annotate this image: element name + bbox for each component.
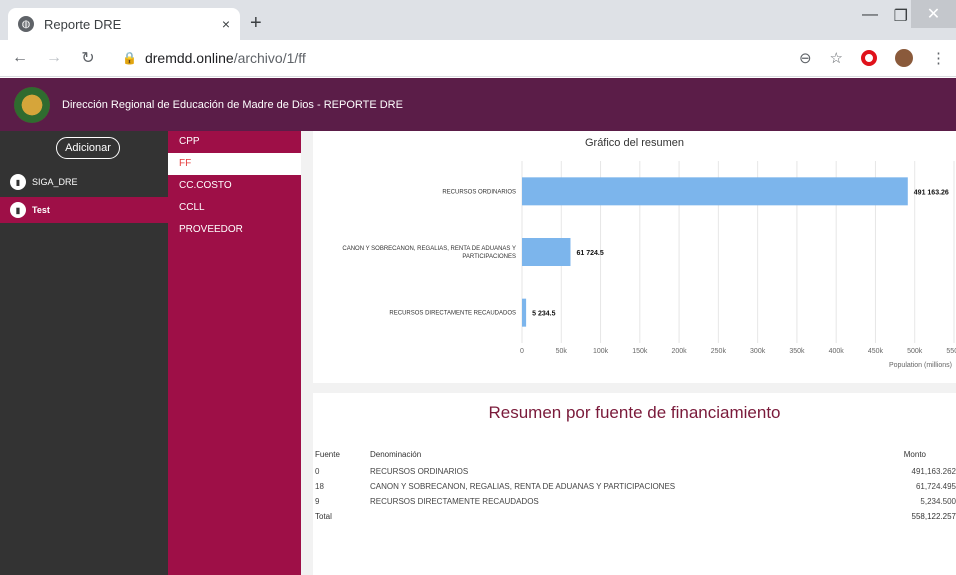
institution-logo	[14, 86, 50, 123]
maximize-icon[interactable]: ❐	[894, 6, 908, 26]
tab-title: Reporte DRE	[44, 16, 122, 32]
globe-icon: ◍	[18, 16, 34, 32]
bar	[522, 298, 527, 327]
header-monto: Monto	[903, 450, 926, 459]
subnav-item-cpp[interactable]: CPP	[168, 131, 301, 153]
bar	[522, 238, 571, 266]
x-tick-label: 250k	[711, 348, 727, 355]
category-label: RECURSOS ORDINARIOS	[442, 189, 516, 195]
app-header: Dirección Regional de Educación de Madre…	[0, 78, 956, 131]
browser-tabstrip: ◍ Reporte DRE × + — ❐ ✕	[0, 0, 956, 40]
header-denominacion: Denominación	[370, 450, 422, 459]
header-fuente: Fuente	[315, 450, 340, 459]
x-tick-label: 350k	[789, 348, 805, 355]
profile-avatar[interactable]	[895, 49, 913, 67]
x-tick-label: 100k	[593, 348, 609, 355]
table-total-row: Total 558,122.257	[315, 509, 956, 524]
cell-monto: 491,163.262	[911, 467, 956, 476]
cell-denominacion: CANON Y SOBRECANON, REGALIAS, RENTA DE A…	[370, 482, 676, 491]
total-label: Total	[315, 512, 332, 521]
x-tick-label: 450k	[868, 348, 884, 355]
summary-table: Fuente Denominación Monto 0 RECURSOS ORD…	[315, 447, 956, 524]
sidebar-item-label: SIGA_DRE	[32, 177, 78, 187]
close-icon: ✕	[911, 0, 956, 28]
cell-denominacion: RECURSOS ORDINARIOS	[370, 467, 469, 476]
url-host: dremdd.online	[144, 50, 234, 66]
x-tick-label: 50k	[556, 348, 568, 355]
forward-icon[interactable]: →	[40, 49, 68, 67]
table-row: 18 CANON Y SOBRECANON, REGALIAS, RENTA D…	[315, 479, 956, 494]
x-tick-label: 550k	[946, 348, 956, 355]
reload-icon[interactable]: ↻	[74, 48, 102, 68]
x-tick-label: 500k	[907, 348, 923, 355]
cell-monto: 61,724.495	[915, 482, 956, 491]
subnav-item-ff[interactable]: FF	[168, 153, 301, 175]
opera-extension-icon[interactable]	[861, 50, 877, 66]
add-button[interactable]: Adicionar	[56, 137, 120, 159]
subnav-item-cc-costo[interactable]: CC.COSTO	[168, 175, 301, 197]
back-icon[interactable]: ←	[6, 49, 34, 67]
sidebar: Adicionar ▮ SIGA_DRE ▮ Test	[0, 131, 168, 575]
cell-fuente: 0	[315, 467, 320, 476]
cell-fuente: 18	[315, 482, 324, 491]
cell-denominacion: RECURSOS DIRECTAMENTE RECAUDADOS	[370, 497, 539, 506]
app-title: Dirección Regional de Educación de Madre…	[62, 98, 403, 111]
summary-card: Resumen por fuente de financiamiento Fue…	[313, 393, 956, 575]
x-tick-label: 200k	[671, 348, 687, 355]
category-label: RECURSOS DIRECTAMENTE RECAUDADOS	[389, 311, 516, 317]
address-bar[interactable]: dremdd.online/archivo/1/ff	[145, 50, 306, 66]
sidebar-item-label: Test	[32, 205, 50, 215]
subnav-item-proveedor[interactable]: PROVEEDOR	[168, 219, 301, 241]
sidebar-item-siga-dre[interactable]: ▮ SIGA_DRE	[0, 169, 168, 195]
table-row: 0 RECURSOS ORDINARIOS 491,163.262	[315, 464, 956, 479]
x-tick-label: 0	[520, 348, 524, 355]
bar-chart-icon: ▮	[10, 174, 26, 190]
menu-icon[interactable]: ⋮	[931, 49, 946, 67]
data-label: 491 163.26	[914, 189, 949, 196]
browser-tab[interactable]: ◍ Reporte DRE ×	[8, 8, 240, 40]
subnav-item-ccll[interactable]: CCLL	[168, 197, 301, 219]
new-tab-button[interactable]: +	[250, 12, 262, 35]
data-label: 61 724.5	[576, 250, 603, 257]
x-tick-label: 300k	[750, 348, 766, 355]
zoom-icon[interactable]: ⊖	[799, 49, 812, 67]
toolbar-actions: ⊖ ☆ ⋮	[799, 49, 946, 67]
browser-toolbar: ← → ↻ 🔒 dremdd.online/archivo/1/ff ⊖ ☆ ⋮	[0, 40, 956, 77]
url-path: /archivo/1/ff	[233, 50, 306, 66]
cell-monto: 5,234.500	[920, 497, 956, 506]
chart-card: Gráfico del resumen 0 50k 100k 150k 200k 250k…	[313, 131, 956, 383]
sidebar-item-test[interactable]: ▮ Test	[0, 197, 168, 223]
table-row: 9 RECURSOS DIRECTAMENTE RECAUDADOS 5,234…	[315, 494, 956, 509]
tab-close-icon[interactable]: ×	[222, 16, 230, 32]
cell-fuente: 9	[315, 497, 320, 506]
x-tick-label: 400k	[829, 348, 845, 355]
summary-title: Resumen por fuente de financiamiento	[488, 403, 781, 422]
data-label: 5 234.5	[532, 311, 555, 318]
category-label: CANON Y SOBRECANON, REGALIAS, RENTA DE A…	[342, 246, 516, 260]
main-content: Gráfico del resumen 0 50k 100k 150k 200k 250k…	[301, 131, 956, 575]
table-header-row: Fuente Denominación Monto	[315, 447, 956, 464]
bookmark-star-icon[interactable]: ☆	[830, 49, 843, 67]
bar-chart: 0 50k 100k 150k 200k 250k 300k 350k 400k 450k 500k…	[342, 161, 956, 369]
total-value: 558,122.257	[911, 512, 956, 521]
bar-chart-icon: ▮	[10, 202, 26, 218]
x-tick-label: 150k	[632, 348, 648, 355]
bar	[522, 177, 908, 206]
x-axis-label: Population (millions)	[889, 362, 952, 369]
minimize-icon[interactable]: —	[862, 6, 878, 24]
cell-empty	[370, 509, 870, 524]
window-close-button[interactable]: ✕	[911, 0, 956, 28]
report-subnav: CPP FF CC.COSTO CCLL PROVEEDOR	[168, 131, 301, 575]
lock-icon[interactable]: 🔒	[122, 51, 137, 65]
